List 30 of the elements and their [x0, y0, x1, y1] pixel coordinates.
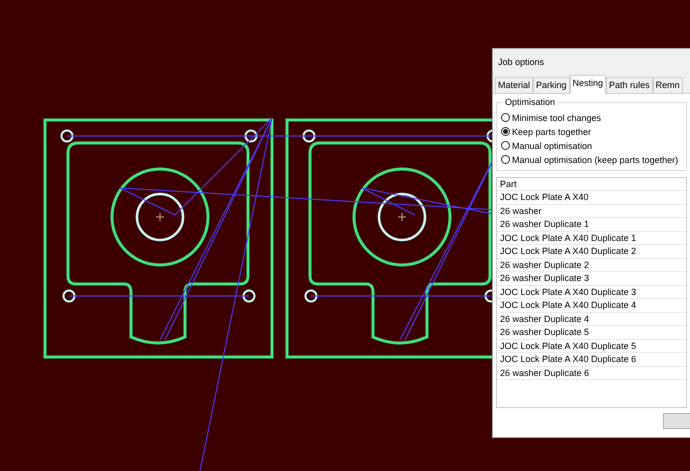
list-row[interactable]: 26 washer Duplicate 6: [497, 366, 686, 380]
list-row[interactable]: JOC Lock Plate A X40 Duplicate 4: [497, 299, 686, 312]
dialog-title: Job options: [497, 56, 546, 69]
list-row[interactable]: JOC Lock Plate A X40 Duplicate 1: [497, 232, 686, 245]
list-row[interactable]: 26 washer Duplicate 4: [497, 312, 686, 326]
radio-button[interactable]: [501, 113, 510, 122]
option-label[interactable]: Keep parts together: [512, 124, 592, 138]
list-row[interactable]: 26 washer: [497, 204, 686, 218]
radio-button[interactable]: [501, 141, 510, 150]
list-row[interactable]: JOC Lock Plate A X40 Duplicate 3: [497, 286, 686, 299]
list-row[interactable]: 26 washer Duplicate 3: [497, 272, 686, 286]
option-label[interactable]: Manual optimisation: [512, 138, 592, 152]
list-row[interactable]: JOC Lock Plate A X40 Duplicate 2: [497, 245, 686, 258]
tab[interactable]: Parking: [533, 76, 570, 92]
tab[interactable]: Path rules: [606, 76, 653, 92]
list-row[interactable]: JOC Lock Plate A X40 Duplicate 6: [497, 353, 686, 366]
radio-button[interactable]: [501, 127, 510, 136]
group-label: Optimisation: [503, 96, 558, 108]
tab[interactable]: Material: [495, 76, 534, 92]
option-label[interactable]: Manual optimisation (keep parts together): [512, 152, 678, 166]
tab[interactable]: Nesting: [570, 74, 606, 94]
list-row[interactable]: 26 washer Duplicate 2: [497, 258, 686, 272]
list-row[interactable]: 26 washer Duplicate 1: [497, 218, 686, 232]
column-header[interactable]: Part: [497, 178, 686, 191]
list-row[interactable]: 26 washer Duplicate 5: [497, 326, 686, 340]
tab[interactable]: Remn: [652, 76, 683, 92]
list-row[interactable]: JOC Lock Plate A X40 Duplicate 5: [497, 340, 686, 353]
list-row[interactable]: JOC Lock Plate A X40: [497, 191, 686, 204]
radio-button[interactable]: [501, 155, 510, 164]
option-label[interactable]: Minimise tool changes: [512, 110, 602, 124]
